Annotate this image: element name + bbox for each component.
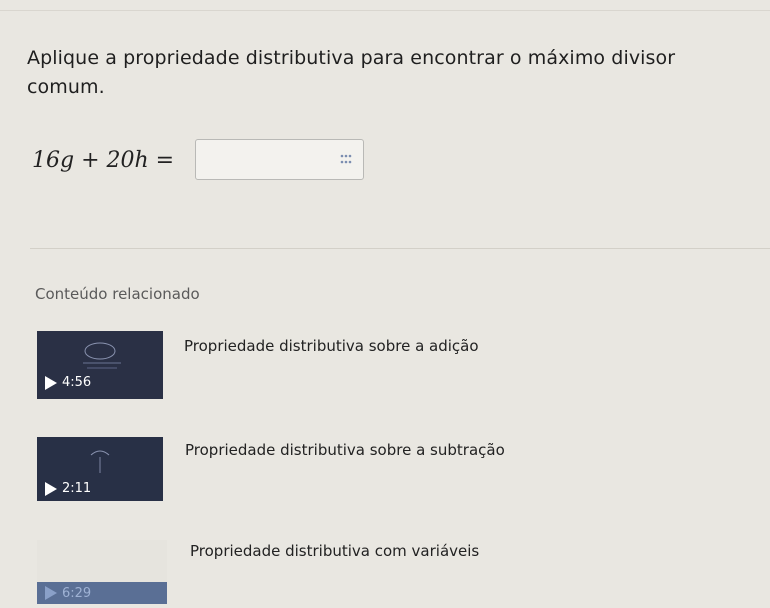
math-keypad-icon[interactable] xyxy=(339,153,353,167)
video-title-1[interactable]: Propriedade distributiva sobre a adição xyxy=(184,337,479,355)
play-icon xyxy=(45,375,57,390)
video-duration-text: 6:29 xyxy=(62,585,92,601)
video-duration-text: 4:56 xyxy=(62,375,92,390)
video-duration: 6:29 xyxy=(37,582,167,604)
video-duration: 4:56 xyxy=(45,375,91,390)
video-duration: 2:11 xyxy=(45,481,91,496)
video-thumbnail-3[interactable]: 6:29 xyxy=(37,540,167,604)
video-title-3[interactable]: Propriedade distributiva com variáveis xyxy=(190,542,479,560)
answer-input[interactable] xyxy=(195,139,364,180)
thumbnail-math-art xyxy=(83,342,121,369)
play-icon xyxy=(45,586,57,600)
thumbnail-math-art xyxy=(90,450,110,473)
question-text: Aplique a propriedade distributiva para … xyxy=(27,47,676,98)
section-divider xyxy=(30,248,770,249)
video-duration-text: 2:11 xyxy=(62,481,92,496)
video-thumbnail-1[interactable]: 4:56 xyxy=(37,331,163,399)
video-title-2[interactable]: Propriedade distributiva sobre a subtraç… xyxy=(185,441,505,459)
video-thumbnail-2[interactable]: 2:11 xyxy=(37,437,163,501)
related-content-heading: Conteúdo relacionado xyxy=(35,285,200,303)
equation-row: 16g + 20h = xyxy=(32,139,174,181)
equation-expression: 16g + 20h = xyxy=(32,147,175,173)
play-icon xyxy=(45,481,57,496)
top-divider xyxy=(0,10,770,11)
